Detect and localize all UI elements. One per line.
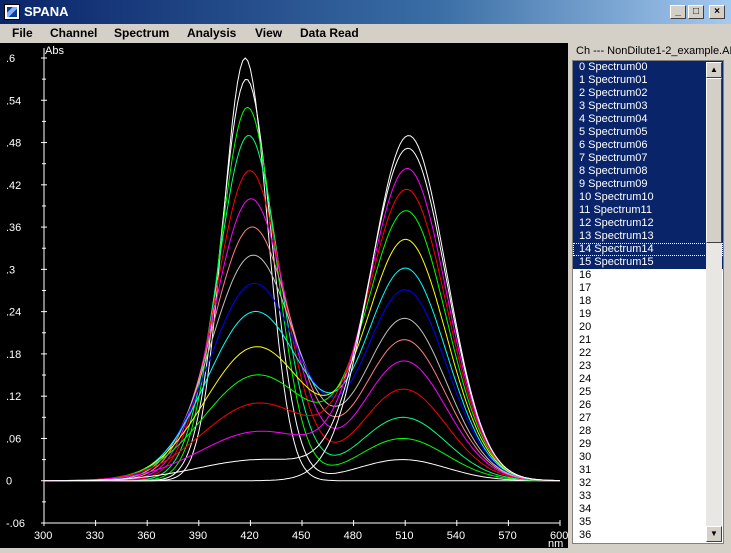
list-item[interactable]: 20: [573, 321, 723, 334]
menu-data-read[interactable]: Data Read: [300, 26, 359, 40]
list-item[interactable]: 28: [573, 425, 723, 438]
channel-file-header: Ch --- NonDilute1-2_example.AN: [568, 43, 731, 60]
list-item[interactable]: 17: [573, 282, 723, 295]
list-item[interactable]: 2 Spectrum02: [573, 87, 723, 100]
y-tick-label: .3: [6, 264, 15, 276]
list-item[interactable]: 1 Spectrum01: [573, 74, 723, 87]
spectrum-line: [44, 135, 560, 482]
scroll-down-icon[interactable]: ▼: [706, 526, 722, 542]
x-tick-label: 420: [240, 530, 258, 542]
y-tick-label: .42: [6, 180, 21, 192]
list-item[interactable]: 14 Spectrum14: [573, 243, 723, 256]
x-tick-label: 480: [344, 530, 362, 542]
title-bar: SPANA _ □ ×: [0, 0, 731, 24]
list-item[interactable]: 35: [573, 516, 723, 529]
list-item[interactable]: 24: [573, 373, 723, 386]
spectrum-line: [44, 57, 560, 482]
list-item[interactable]: 23: [573, 360, 723, 373]
spectrum-line: [43, 167, 561, 482]
list-item[interactable]: 25: [573, 386, 723, 399]
spectrum-line: [44, 210, 561, 482]
menu-spectrum[interactable]: Spectrum: [114, 26, 169, 40]
x-tick-label: 450: [292, 530, 310, 542]
y-tick-label: .36: [6, 222, 21, 234]
list-item[interactable]: 33: [573, 490, 723, 503]
window-title: SPANA: [24, 4, 69, 19]
menu-file[interactable]: File: [12, 26, 33, 40]
minimize-button[interactable]: _: [670, 5, 686, 19]
list-item[interactable]: 26: [573, 399, 723, 412]
list-item[interactable]: 6 Spectrum06: [573, 139, 723, 152]
spectrum-list[interactable]: 0 Spectrum00 1 Spectrum01 2 Spectrum02 3 Sp…: [572, 60, 724, 544]
y-tick-label: .18: [6, 349, 21, 361]
list-item[interactable]: 12 Spectrum12: [573, 217, 723, 230]
list-item[interactable]: 18: [573, 295, 723, 308]
list-item[interactable]: 34: [573, 503, 723, 516]
list-item[interactable]: 22: [573, 347, 723, 360]
spectrum-plot[interactable]: Abs nm .6.54.48.42.36.3.24.18.12.06 0 -.06…: [0, 43, 568, 548]
y-tick-label: .24: [6, 307, 21, 319]
list-item[interactable]: 8 Spectrum08: [573, 165, 723, 178]
menu-bar: File Channel Spectrum Analysis View Data…: [0, 24, 731, 43]
y-tick-label: .48: [6, 138, 21, 150]
y-tick-label: .12: [6, 391, 21, 403]
list-item[interactable]: 32: [573, 477, 723, 490]
menu-channel[interactable]: Channel: [50, 26, 97, 40]
list-item[interactable]: 21: [573, 334, 723, 347]
list-item[interactable]: 3 Spectrum03: [573, 100, 723, 113]
list-item[interactable]: 29: [573, 438, 723, 451]
list-item[interactable]: 5 Spectrum05: [573, 126, 723, 139]
list-item[interactable]: 36: [573, 529, 723, 542]
scroll-thumb[interactable]: [706, 78, 722, 243]
list-item[interactable]: 27: [573, 412, 723, 425]
list-item[interactable]: 0 Spectrum00: [573, 61, 723, 74]
x-tick-label: 330: [86, 530, 104, 542]
y-tick-label: -.06: [6, 518, 25, 530]
list-item[interactable]: 11 Spectrum11: [573, 204, 723, 217]
list-item[interactable]: 13 Spectrum13: [573, 230, 723, 243]
y-tick-label: .6: [6, 53, 15, 65]
menu-view[interactable]: View: [255, 26, 282, 40]
list-item[interactable]: 19: [573, 308, 723, 321]
list-item[interactable]: 7 Spectrum07: [573, 152, 723, 165]
spectrum-chart-svg: Abs nm .6.54.48.42.36.3.24.18.12.060-.06…: [6, 45, 568, 548]
y-tick-label: 0: [6, 476, 12, 488]
list-item[interactable]: 16: [573, 269, 723, 282]
close-button[interactable]: ×: [709, 5, 725, 19]
list-item[interactable]: 15 Spectrum15: [573, 256, 723, 269]
list-item[interactable]: 10 Spectrum10: [573, 191, 723, 204]
x-tick-label: 570: [498, 530, 516, 542]
x-tick-label: 300: [34, 530, 52, 542]
scroll-up-icon[interactable]: ▲: [706, 62, 722, 78]
y-tick-label: .06: [6, 433, 21, 445]
list-scrollbar[interactable]: ▲ ▼: [706, 62, 722, 542]
list-item[interactable]: 31: [573, 464, 723, 477]
menu-analysis[interactable]: Analysis: [187, 26, 236, 40]
maximize-button[interactable]: □: [688, 5, 704, 19]
y-tick-label: .54: [6, 95, 21, 107]
x-tick-label: 600: [550, 530, 568, 542]
list-item[interactable]: 4 Spectrum04: [573, 113, 723, 126]
app-icon[interactable]: [4, 4, 20, 20]
x-tick-label: 510: [395, 530, 413, 542]
x-tick-label: 390: [189, 530, 207, 542]
y-axis-label: Abs: [45, 45, 64, 57]
x-tick-label: 360: [137, 530, 155, 542]
list-item[interactable]: 30: [573, 451, 723, 464]
list-item[interactable]: 9 Spectrum09: [573, 178, 723, 191]
spectrum-line: [44, 106, 561, 482]
x-tick-label: 540: [447, 530, 465, 542]
